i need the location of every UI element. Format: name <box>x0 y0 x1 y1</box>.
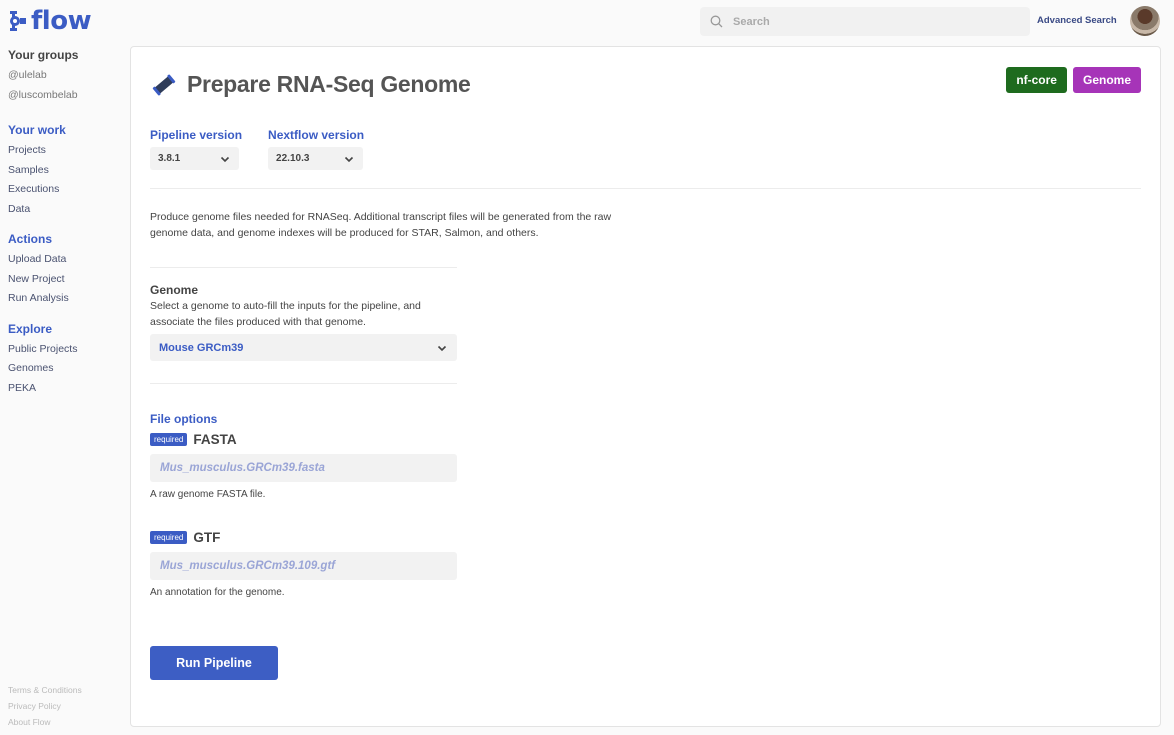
run-pipeline-button[interactable]: Run Pipeline <box>150 646 278 680</box>
search-icon <box>710 15 723 28</box>
search-bar[interactable] <box>700 7 1030 36</box>
flow-logo-icon <box>10 11 26 31</box>
file-options-section: File options required FASTA Mus_musculus… <box>150 412 457 598</box>
explore-section: Explore Public Projects Genomes PEKA <box>8 322 126 399</box>
search-input[interactable] <box>733 15 1013 28</box>
about-link[interactable]: About Flow <box>8 714 82 730</box>
sidebar-item-public-projects[interactable]: Public Projects <box>8 340 126 360</box>
gtf-help: An annotation for the genome. <box>150 587 285 598</box>
genome-title: Genome <box>150 283 199 297</box>
version-selectors: Pipeline version 3.8.1 Nextflow version … <box>150 128 364 170</box>
your-groups-heading: Your groups <box>8 48 79 62</box>
sidebar-item-data[interactable]: Data <box>8 200 126 220</box>
tag-badges: nf-core Genome <box>1006 67 1141 93</box>
pipeline-version-value: 3.8.1 <box>158 153 181 164</box>
fasta-label-row: required FASTA <box>150 432 457 447</box>
required-badge: required <box>150 433 188 446</box>
genome-select[interactable]: Mouse GRCm39 <box>150 334 457 361</box>
nextflow-version-select[interactable]: 22.10.3 <box>268 147 364 170</box>
divider <box>150 188 1141 189</box>
sidebar-item-executions[interactable]: Executions <box>8 180 126 200</box>
advanced-search-link[interactable]: Advanced Search <box>1037 15 1117 26</box>
nf-core-badge: nf-core <box>1006 67 1067 93</box>
sidebar-item-new-project[interactable]: New Project <box>8 270 126 290</box>
sidebar-item-upload-data[interactable]: Upload Data <box>8 250 126 270</box>
your-work-section: Your work Projects Samples Executions Da… <box>8 123 126 219</box>
divider <box>150 267 457 268</box>
gtf-file-input[interactable]: Mus_musculus.GRCm39.109.gtf <box>150 552 457 580</box>
user-avatar[interactable] <box>1130 6 1160 36</box>
chevron-down-icon <box>220 156 230 162</box>
pipeline-icon <box>152 74 176 95</box>
file-options-title: File options <box>150 412 218 426</box>
your-groups-section: Your groups @ulelab @luscombelab <box>8 48 126 105</box>
nextflow-version-label: Nextflow version <box>268 128 365 142</box>
flow-logo[interactable]: flow <box>8 6 92 36</box>
title-row: Prepare RNA-Seq Genome <box>151 71 471 98</box>
pipeline-version-field: Pipeline version 3.8.1 <box>150 128 242 170</box>
your-work-heading: Your work <box>8 123 66 137</box>
gtf-label: GTF <box>193 530 221 545</box>
required-badge: required <box>150 531 188 544</box>
chevron-down-icon <box>344 156 354 162</box>
pipeline-description: Produce genome files needed for RNASeq. … <box>150 211 612 239</box>
sidebar-item-peka[interactable]: PEKA <box>8 379 126 399</box>
logo-text: flow <box>31 6 92 36</box>
actions-heading: Actions <box>8 232 53 246</box>
nextflow-version-field: Nextflow version 22.10.3 <box>268 128 364 170</box>
sidebar: Your groups @ulelab @luscombelab Your wo… <box>8 48 126 411</box>
sidebar-item-run-analysis[interactable]: Run Analysis <box>8 289 126 309</box>
pipeline-version-select[interactable]: 3.8.1 <box>150 147 239 170</box>
fasta-field: required FASTA Mus_musculus.GRCm39.fasta… <box>150 432 457 500</box>
genome-help: Select a genome to auto-fill the inputs … <box>150 300 421 328</box>
privacy-link[interactable]: Privacy Policy <box>8 698 82 714</box>
fasta-label: FASTA <box>193 432 237 447</box>
gtf-label-row: required GTF <box>150 530 457 545</box>
gtf-field: required GTF Mus_musculus.GRCm39.109.gtf… <box>150 530 457 598</box>
fasta-help: A raw genome FASTA file. <box>150 489 266 500</box>
chevron-down-icon <box>437 345 447 351</box>
divider <box>150 383 457 384</box>
pipeline-card: Prepare RNA-Seq Genome nf-core Genome Pi… <box>130 46 1161 727</box>
pipeline-version-label: Pipeline version <box>150 128 243 142</box>
genome-field: Genome Select a genome to auto-fill the … <box>150 283 457 361</box>
group-link-luscombelab[interactable]: @luscombelab <box>8 86 126 106</box>
footer-links: Terms & Conditions Privacy Policy About … <box>8 682 82 730</box>
sidebar-item-genomes[interactable]: Genomes <box>8 359 126 379</box>
page-title: Prepare RNA-Seq Genome <box>187 71 471 97</box>
sidebar-item-samples[interactable]: Samples <box>8 161 126 181</box>
nextflow-version-value: 22.10.3 <box>276 153 310 164</box>
terms-link[interactable]: Terms & Conditions <box>8 682 82 698</box>
group-link-ulelab[interactable]: @ulelab <box>8 66 126 86</box>
explore-heading: Explore <box>8 321 53 336</box>
actions-section: Actions Upload Data New Project Run Anal… <box>8 232 126 309</box>
sidebar-item-projects[interactable]: Projects <box>8 141 126 161</box>
genome-selected-value: Mouse GRCm39 <box>159 341 244 354</box>
genome-badge: Genome <box>1072 67 1141 93</box>
fasta-file-input[interactable]: Mus_musculus.GRCm39.fasta <box>150 454 457 482</box>
